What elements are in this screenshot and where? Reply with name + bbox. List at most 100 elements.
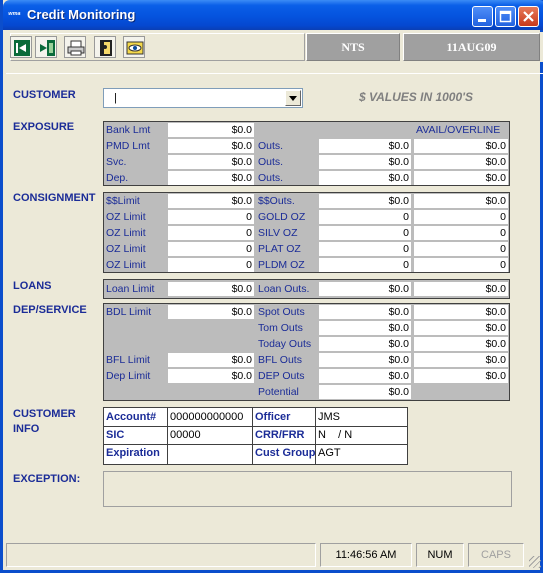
close-button[interactable] [518, 6, 539, 27]
limit-value: $0.0 [168, 282, 254, 296]
outs-label: Potential [258, 386, 299, 398]
customer-info-label-2: INFO [13, 423, 40, 435]
limit-value: $0.0 [168, 123, 254, 137]
customer-info-label: CUSTOMER [13, 408, 76, 420]
minimize-button[interactable] [472, 6, 493, 27]
title-bar[interactable]: ʷᵐᵃ Credit Monitoring [3, 0, 543, 30]
door-button[interactable] [94, 36, 116, 58]
row-label: Svc. [106, 156, 127, 168]
credit-monitoring-window: ʷᵐᵃ Credit Monitoring NTS 11AUG09 CUSTOM… [0, 0, 543, 573]
row-label: OZ Limit [106, 243, 146, 255]
outs-value: 0 [319, 258, 411, 272]
outs-value: $0.0 [319, 194, 411, 208]
consignment-grid: $$Limit $0.0 $$Outs. $0.0 $0.0 OZ Limit 0 GOLD … [103, 192, 510, 273]
view-button[interactable] [123, 36, 145, 58]
print-icon [67, 40, 85, 56]
door-icon [100, 40, 112, 56]
officer-value: JMS [316, 409, 406, 425]
divider [104, 444, 407, 445]
account-label: Account# [104, 409, 166, 425]
limit-value: $0.0 [168, 369, 254, 383]
avail-value: $0.0 [414, 321, 508, 335]
row-label: BFL Limit [106, 354, 150, 366]
exposure-grid: AVAIL/OVERLINE Bank Lmt $0.0 PMD Lmt $0.0 Ou… [103, 121, 510, 186]
exception-box [103, 471, 512, 507]
customer-info-grid: Account# 000000000000 Officer JMS SIC 00… [103, 407, 408, 465]
outs-value: $0.0 [319, 337, 411, 351]
outs-label: BFL Outs [258, 354, 302, 366]
crr-frr-value: N / N [316, 427, 406, 443]
avail-value: $0.0 [414, 369, 508, 383]
expiration-label: Expiration [104, 445, 166, 461]
status-bar: 11:46:56 AM NUM CAPS [6, 540, 543, 570]
values-note: $ VALUES IN 1000'S [359, 90, 474, 104]
outs-label: Outs. [258, 140, 284, 152]
outs-value: $0.0 [319, 282, 411, 296]
outs-label: PLDM OZ [258, 259, 305, 271]
avail-value: $0.0 [414, 305, 508, 319]
resize-grip[interactable] [529, 556, 541, 568]
row-label: OZ Limit [106, 211, 146, 223]
limit-value: $0.0 [168, 155, 254, 169]
back-icon [14, 40, 30, 56]
outs-value: $0.0 [319, 139, 411, 153]
avail-value: $0.0 [414, 155, 508, 169]
minimize-icon [478, 19, 486, 22]
avail-value: 0 [414, 258, 508, 272]
limit-value: $0.0 [168, 171, 254, 185]
row-label: Bank Lmt [106, 124, 151, 136]
outs-value: 0 [319, 210, 411, 224]
main-content: CUSTOMER | $ VALUES IN 1000'S EXPOSURE A… [6, 73, 543, 538]
exposure-label: EXPOSURE [13, 121, 75, 133]
outs-value: $0.0 [319, 305, 411, 319]
outs-label: Outs. [258, 156, 284, 168]
limit-value: 0 [168, 242, 254, 256]
customer-input[interactable]: | [114, 92, 117, 104]
limit-value: $0.0 [168, 305, 254, 319]
num-lock-indicator: NUM [416, 543, 464, 567]
crr-frr-label: CRR/FRR [253, 427, 315, 443]
row-label: Loan Limit [106, 283, 155, 295]
dep-service-label: DEP/SERVICE [13, 304, 87, 316]
outs-label: Loan Outs. [258, 283, 310, 295]
outs-value: $0.0 [319, 353, 411, 367]
limit-value: 0 [168, 258, 254, 272]
dropdown-button[interactable] [285, 90, 301, 106]
consignment-label: CONSIGNMENT [13, 192, 96, 204]
system-code-box: NTS [306, 33, 400, 61]
avail-value: $0.0 [414, 139, 508, 153]
outs-value: $0.0 [319, 369, 411, 383]
outs-value: $0.0 [319, 385, 411, 399]
outs-label: Tom Outs [258, 322, 303, 334]
maximize-button[interactable] [495, 6, 516, 27]
outs-label: PLAT OZ [258, 243, 301, 255]
window-title: Credit Monitoring [27, 7, 136, 22]
exit-button[interactable] [35, 36, 57, 58]
avail-value: 0 [414, 226, 508, 240]
status-message-pane [6, 543, 316, 567]
cust-group-value: AGT [316, 445, 406, 461]
limit-value: $0.0 [168, 194, 254, 208]
limit-value: $0.0 [168, 139, 254, 153]
outs-value: 0 [319, 226, 411, 240]
print-button[interactable] [64, 36, 86, 58]
outs-label: Spot Outs [258, 306, 305, 318]
avail-value: $0.0 [414, 337, 508, 351]
avail-value: 0 [414, 242, 508, 256]
outs-label: SILV OZ [258, 227, 298, 239]
limit-value: 0 [168, 210, 254, 224]
close-icon [523, 11, 534, 22]
avail-value: $0.0 [414, 171, 508, 185]
exit-icon [40, 40, 55, 56]
customer-label: CUSTOMER [13, 89, 76, 101]
customer-combobox[interactable]: | [103, 88, 303, 108]
divider [167, 408, 168, 464]
outs-label: DEP Outs [258, 370, 305, 382]
back-button[interactable] [10, 36, 32, 58]
app-icon: ʷᵐᵃ [8, 10, 21, 19]
sic-label: SIC [104, 427, 166, 443]
loans-label: LOANS [13, 280, 52, 292]
row-label: Dep Limit [106, 370, 151, 382]
row-label: OZ Limit [106, 259, 146, 271]
row-label: BDL Limit [106, 306, 152, 318]
